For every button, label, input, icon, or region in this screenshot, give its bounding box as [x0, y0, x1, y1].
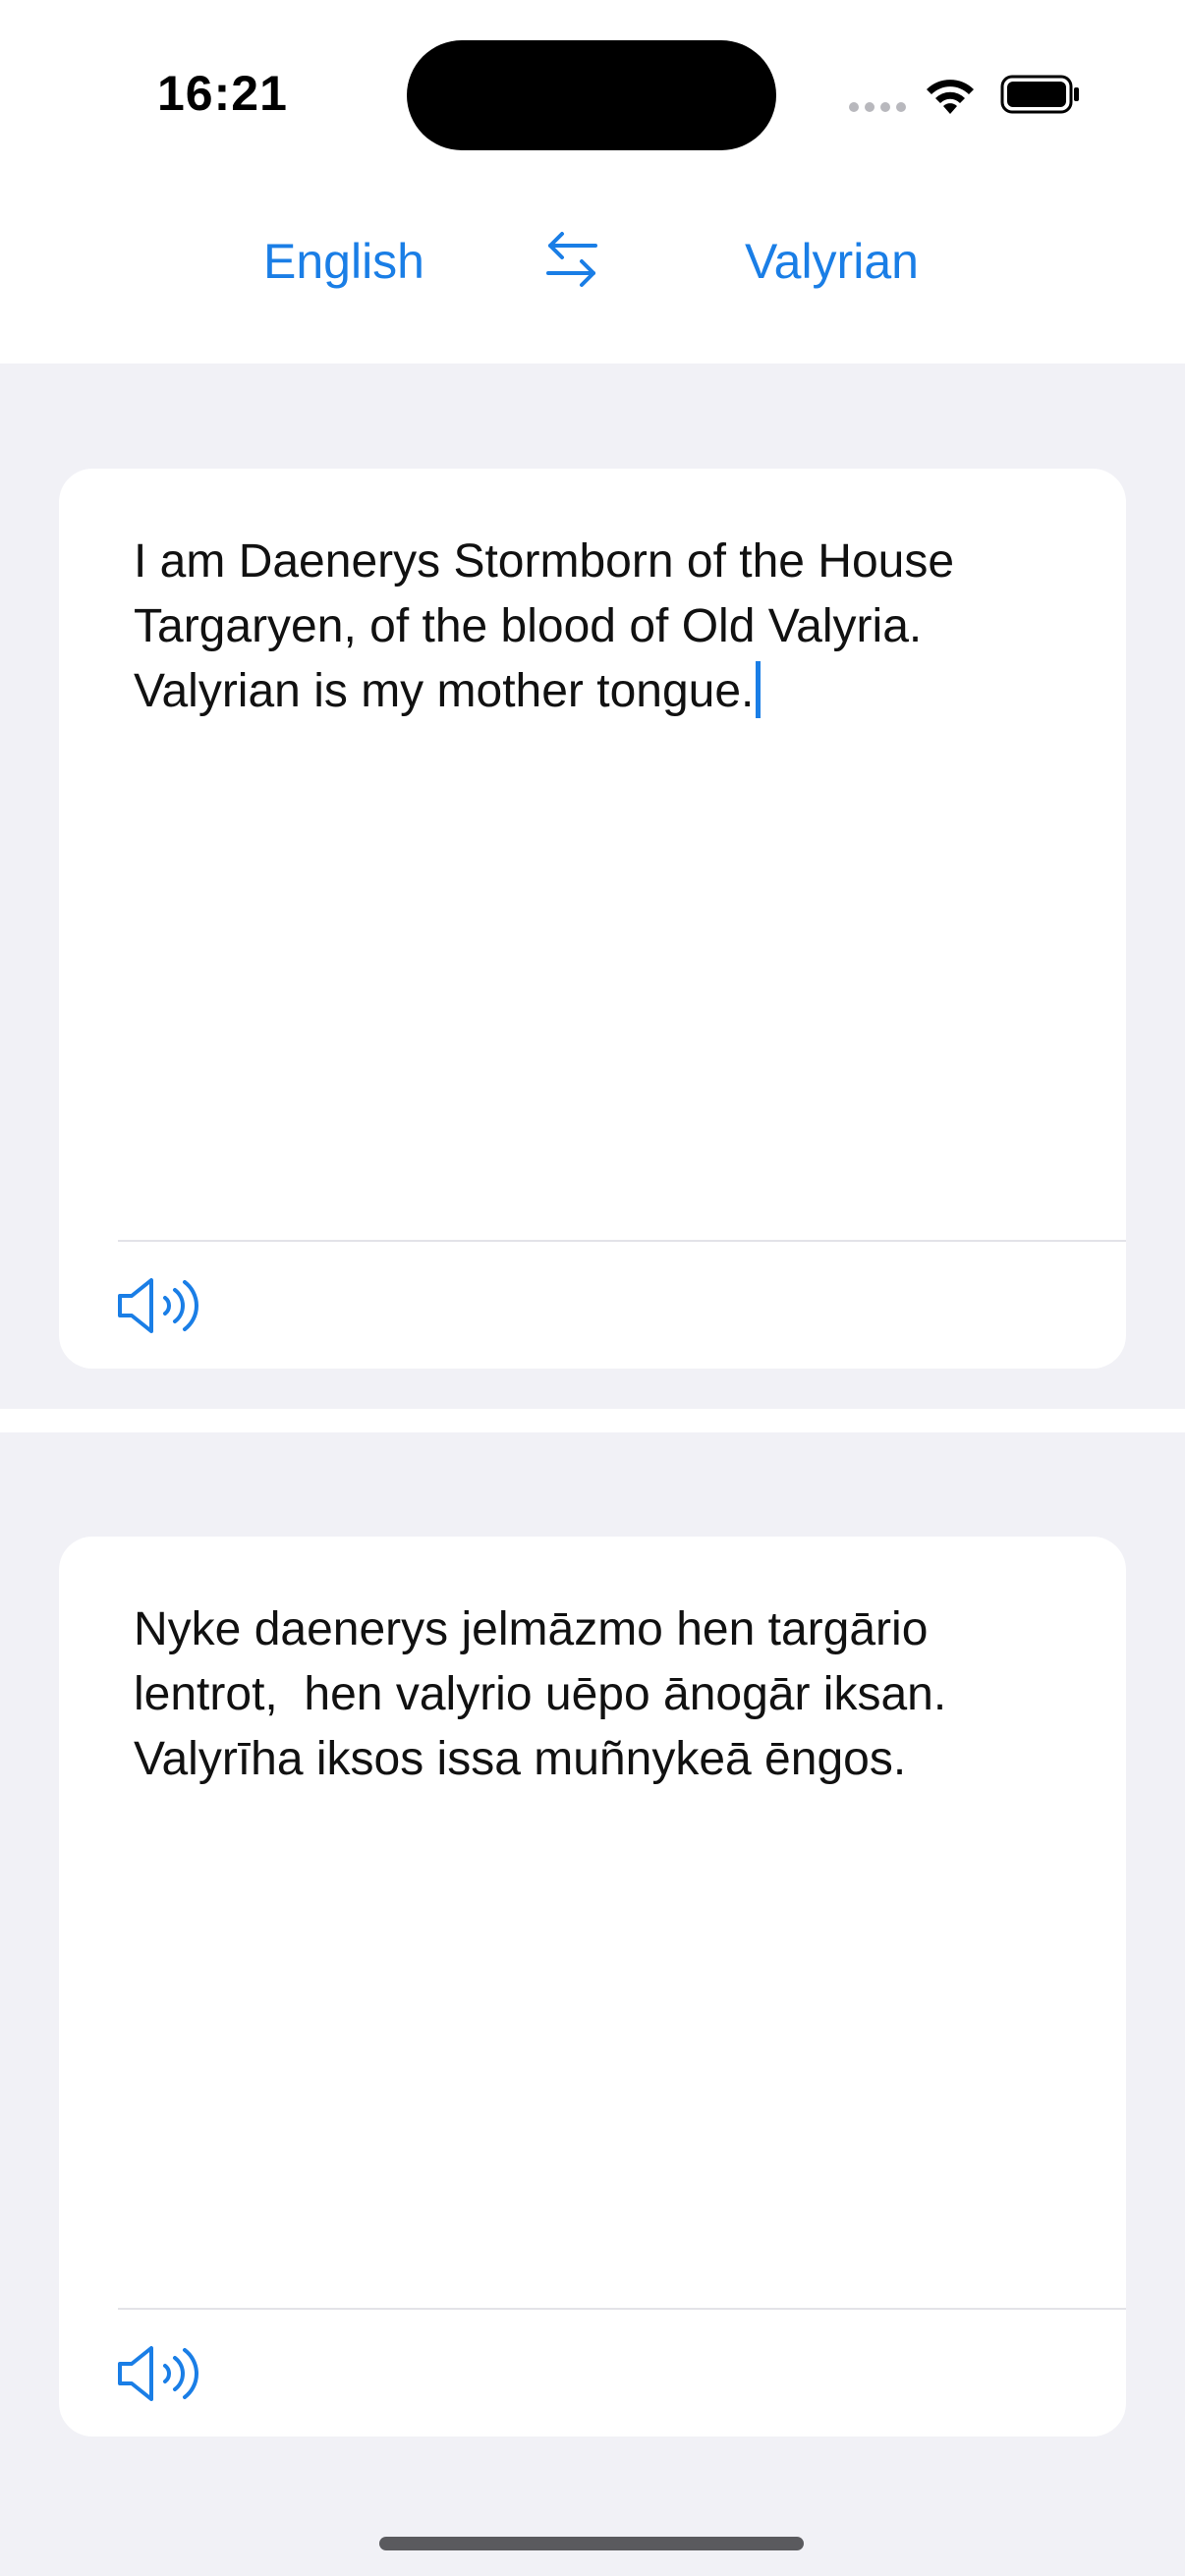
target-language-button[interactable]: Valyrian	[745, 232, 919, 291]
source-text: I am Daenerys Stormborn of the House Tar…	[134, 535, 967, 717]
top-bar: 16:21 English Valyrian	[0, 0, 1185, 364]
translated-text: Nyke daenerys jelmāzmo hen targārio lent…	[134, 1603, 960, 1785]
card-divider	[118, 2308, 1126, 2310]
text-caret	[756, 661, 762, 718]
target-section: Nyke daenerys jelmāzmo hen targārio lent…	[0, 1432, 1185, 2576]
card-divider	[118, 1240, 1126, 1242]
source-text-input[interactable]: I am Daenerys Stormborn of the House Tar…	[134, 530, 1077, 724]
source-card: I am Daenerys Stormborn of the House Tar…	[59, 469, 1126, 1369]
home-indicator[interactable]	[379, 2537, 804, 2550]
source-section: I am Daenerys Stormborn of the House Tar…	[0, 364, 1185, 1409]
speaker-icon[interactable]	[116, 1274, 206, 1337]
dynamic-island	[407, 40, 776, 150]
translator-screen: 16:21 English Valyrian I am Daenerys Sto…	[0, 0, 1185, 2576]
battery-icon	[1000, 75, 1079, 114]
swap-arrows-icon[interactable]	[542, 228, 601, 293]
source-language-button[interactable]: English	[263, 232, 424, 291]
speaker-icon[interactable]	[116, 2342, 206, 2405]
cellular-signal-icon	[849, 102, 908, 116]
section-separator	[0, 1409, 1185, 1432]
status-time: 16:21	[157, 66, 288, 121]
wifi-icon	[927, 80, 974, 114]
target-card: Nyke daenerys jelmāzmo hen targārio lent…	[59, 1537, 1126, 2436]
